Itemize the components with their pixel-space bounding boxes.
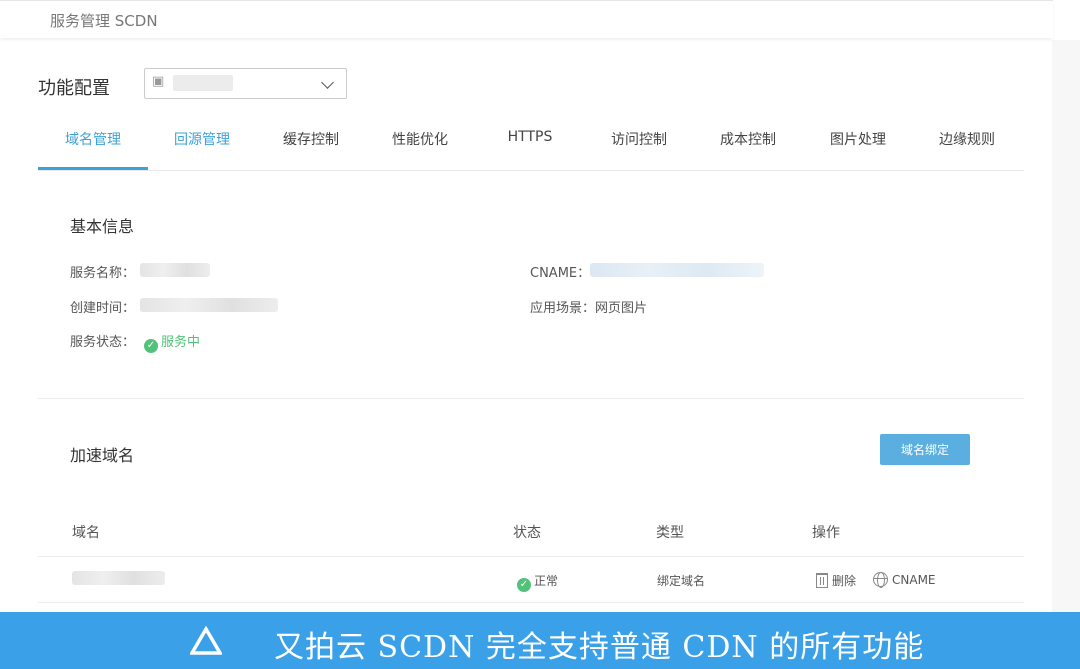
row-status-text: 正常: [534, 574, 559, 588]
cname-label: CNAME：: [530, 266, 591, 281]
tab-performance[interactable]: 性能优化: [392, 129, 448, 149]
bind-domain-button[interactable]: 域名绑定: [880, 434, 970, 465]
table-row-divider: [38, 602, 1024, 603]
tab-origin-management[interactable]: 回源管理: [174, 129, 230, 149]
feature-tabs: 域名管理 回源管理 缓存控制 性能优化 HTTPS 访问控制 成本控制 图片处理…: [38, 120, 1024, 171]
chevron-down-icon: [321, 76, 334, 89]
scene-label: 应用场景：网页图片: [530, 297, 647, 316]
top-bar: 服务管理 SCDN: [0, 0, 1053, 38]
service-status-label: 服务状态：: [70, 335, 136, 350]
created-time-value: [140, 298, 278, 312]
config-label: 功能配置: [38, 78, 110, 99]
active-tab-indicator: [38, 167, 148, 170]
page-title: 服务管理 SCDN: [50, 12, 158, 30]
service-status-value: ✓ 服务中: [144, 331, 200, 353]
column-header-domain: 域名: [72, 525, 100, 541]
scene-value: 网页图片: [595, 301, 648, 316]
selected-service-value: [173, 75, 233, 91]
tab-image-processing[interactable]: 图片处理: [830, 129, 886, 149]
column-header-status: 状态: [513, 525, 541, 541]
cname-action[interactable]: CNAME: [873, 572, 936, 588]
table-header-divider: [38, 556, 1024, 557]
delete-action[interactable]: 删除: [816, 572, 856, 589]
cname-action-label: CNAME: [892, 572, 936, 587]
tab-cost-control[interactable]: 成本控制: [720, 129, 776, 149]
service-icon: ▣: [152, 74, 165, 89]
section-divider: [38, 398, 1024, 399]
domains-title: 加速域名: [70, 446, 135, 465]
tab-edge-rules[interactable]: 边缘规则: [939, 129, 995, 149]
check-circle-icon: ✓: [144, 339, 158, 353]
service-status-text: 服务中: [161, 335, 201, 350]
row-type: 绑定域名: [657, 574, 706, 588]
caption-text: 又拍云 SCDN 完全支持普通 CDN 的所有功能: [274, 630, 925, 665]
basic-info-title: 基本信息: [70, 217, 135, 236]
service-name-label: 服务名称：: [70, 266, 136, 281]
check-circle-icon: ✓: [517, 578, 531, 592]
cname-value: [590, 263, 764, 277]
row-status: ✓ 正常: [517, 572, 558, 592]
column-header-type: 类型: [656, 525, 684, 541]
scene-label-text: 应用场景：: [530, 301, 596, 316]
column-header-actions: 操作: [812, 525, 840, 541]
triangle-icon: [190, 626, 222, 655]
tab-cache-control[interactable]: 缓存控制: [283, 129, 339, 149]
created-time-label: 创建时间：: [70, 301, 136, 316]
service-name-value: [140, 263, 210, 277]
tab-domain-management[interactable]: 域名管理: [65, 129, 121, 149]
trash-icon: [816, 573, 828, 588]
caption-banner: 又拍云 SCDN 完全支持普通 CDN 的所有功能: [0, 612, 1080, 669]
tab-https[interactable]: HTTPS: [508, 129, 553, 145]
globe-icon: [873, 572, 888, 588]
tab-access-control[interactable]: 访问控制: [611, 129, 667, 149]
delete-label: 删除: [832, 574, 857, 588]
service-select[interactable]: ▣: [144, 68, 347, 99]
domain-value: [72, 571, 165, 585]
